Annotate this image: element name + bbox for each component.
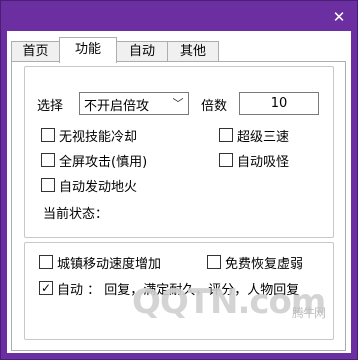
tab-home[interactable]: 首页 [11, 41, 60, 62]
watermark-logo: QQTN.com 腾牛网 [132, 282, 342, 346]
checkbox-label: 免费恢复虚弱 [225, 257, 304, 272]
checkbox-box[interactable] [219, 128, 233, 142]
check-icon[interactable]: ✓ [39, 281, 53, 295]
tab-features[interactable]: 功能 [59, 37, 117, 63]
settings-group: 选择 不开启倍攻 ﹀ 倍数 10 无视技能冷却 超级三速 全屏攻击(慎用) 自动… [24, 66, 334, 238]
checkbox-label: 城镇移动速度增加 [57, 257, 162, 272]
multiplier-input[interactable]: 10 [239, 92, 319, 115]
checkbox-box[interactable] [39, 255, 53, 269]
checkbox-box[interactable] [41, 153, 55, 167]
select-value: 不开启倍攻 [84, 99, 150, 114]
checkbox-label: 全屏攻击(慎用) [59, 155, 148, 170]
checkbox-label: 超级三速 [237, 130, 290, 145]
checkbox-box[interactable] [41, 128, 55, 142]
checkbox-box[interactable] [219, 153, 233, 167]
chevron-down-icon: ﹀ [172, 97, 184, 110]
checkbox-label: 无视技能冷却 [59, 130, 138, 145]
checkbox-box[interactable] [207, 255, 221, 269]
checkbox-label: 自动发动地火 [59, 180, 138, 195]
status-label: 当前状态： [43, 207, 109, 222]
tab-auto[interactable]: 自动 [116, 41, 168, 62]
watermark-sub: 腾牛网 [292, 306, 326, 320]
multiplier-mode-select[interactable]: 不开启倍攻 ﹀ [79, 92, 189, 115]
close-icon[interactable]: ✕ [329, 7, 349, 27]
checkbox-label: 自动吸怪 [237, 155, 290, 170]
select-label: 选择 [37, 99, 64, 114]
tab-other[interactable]: 其他 [167, 41, 219, 62]
checkbox-box[interactable] [41, 178, 55, 192]
multiplier-label: 倍数 [201, 99, 228, 114]
